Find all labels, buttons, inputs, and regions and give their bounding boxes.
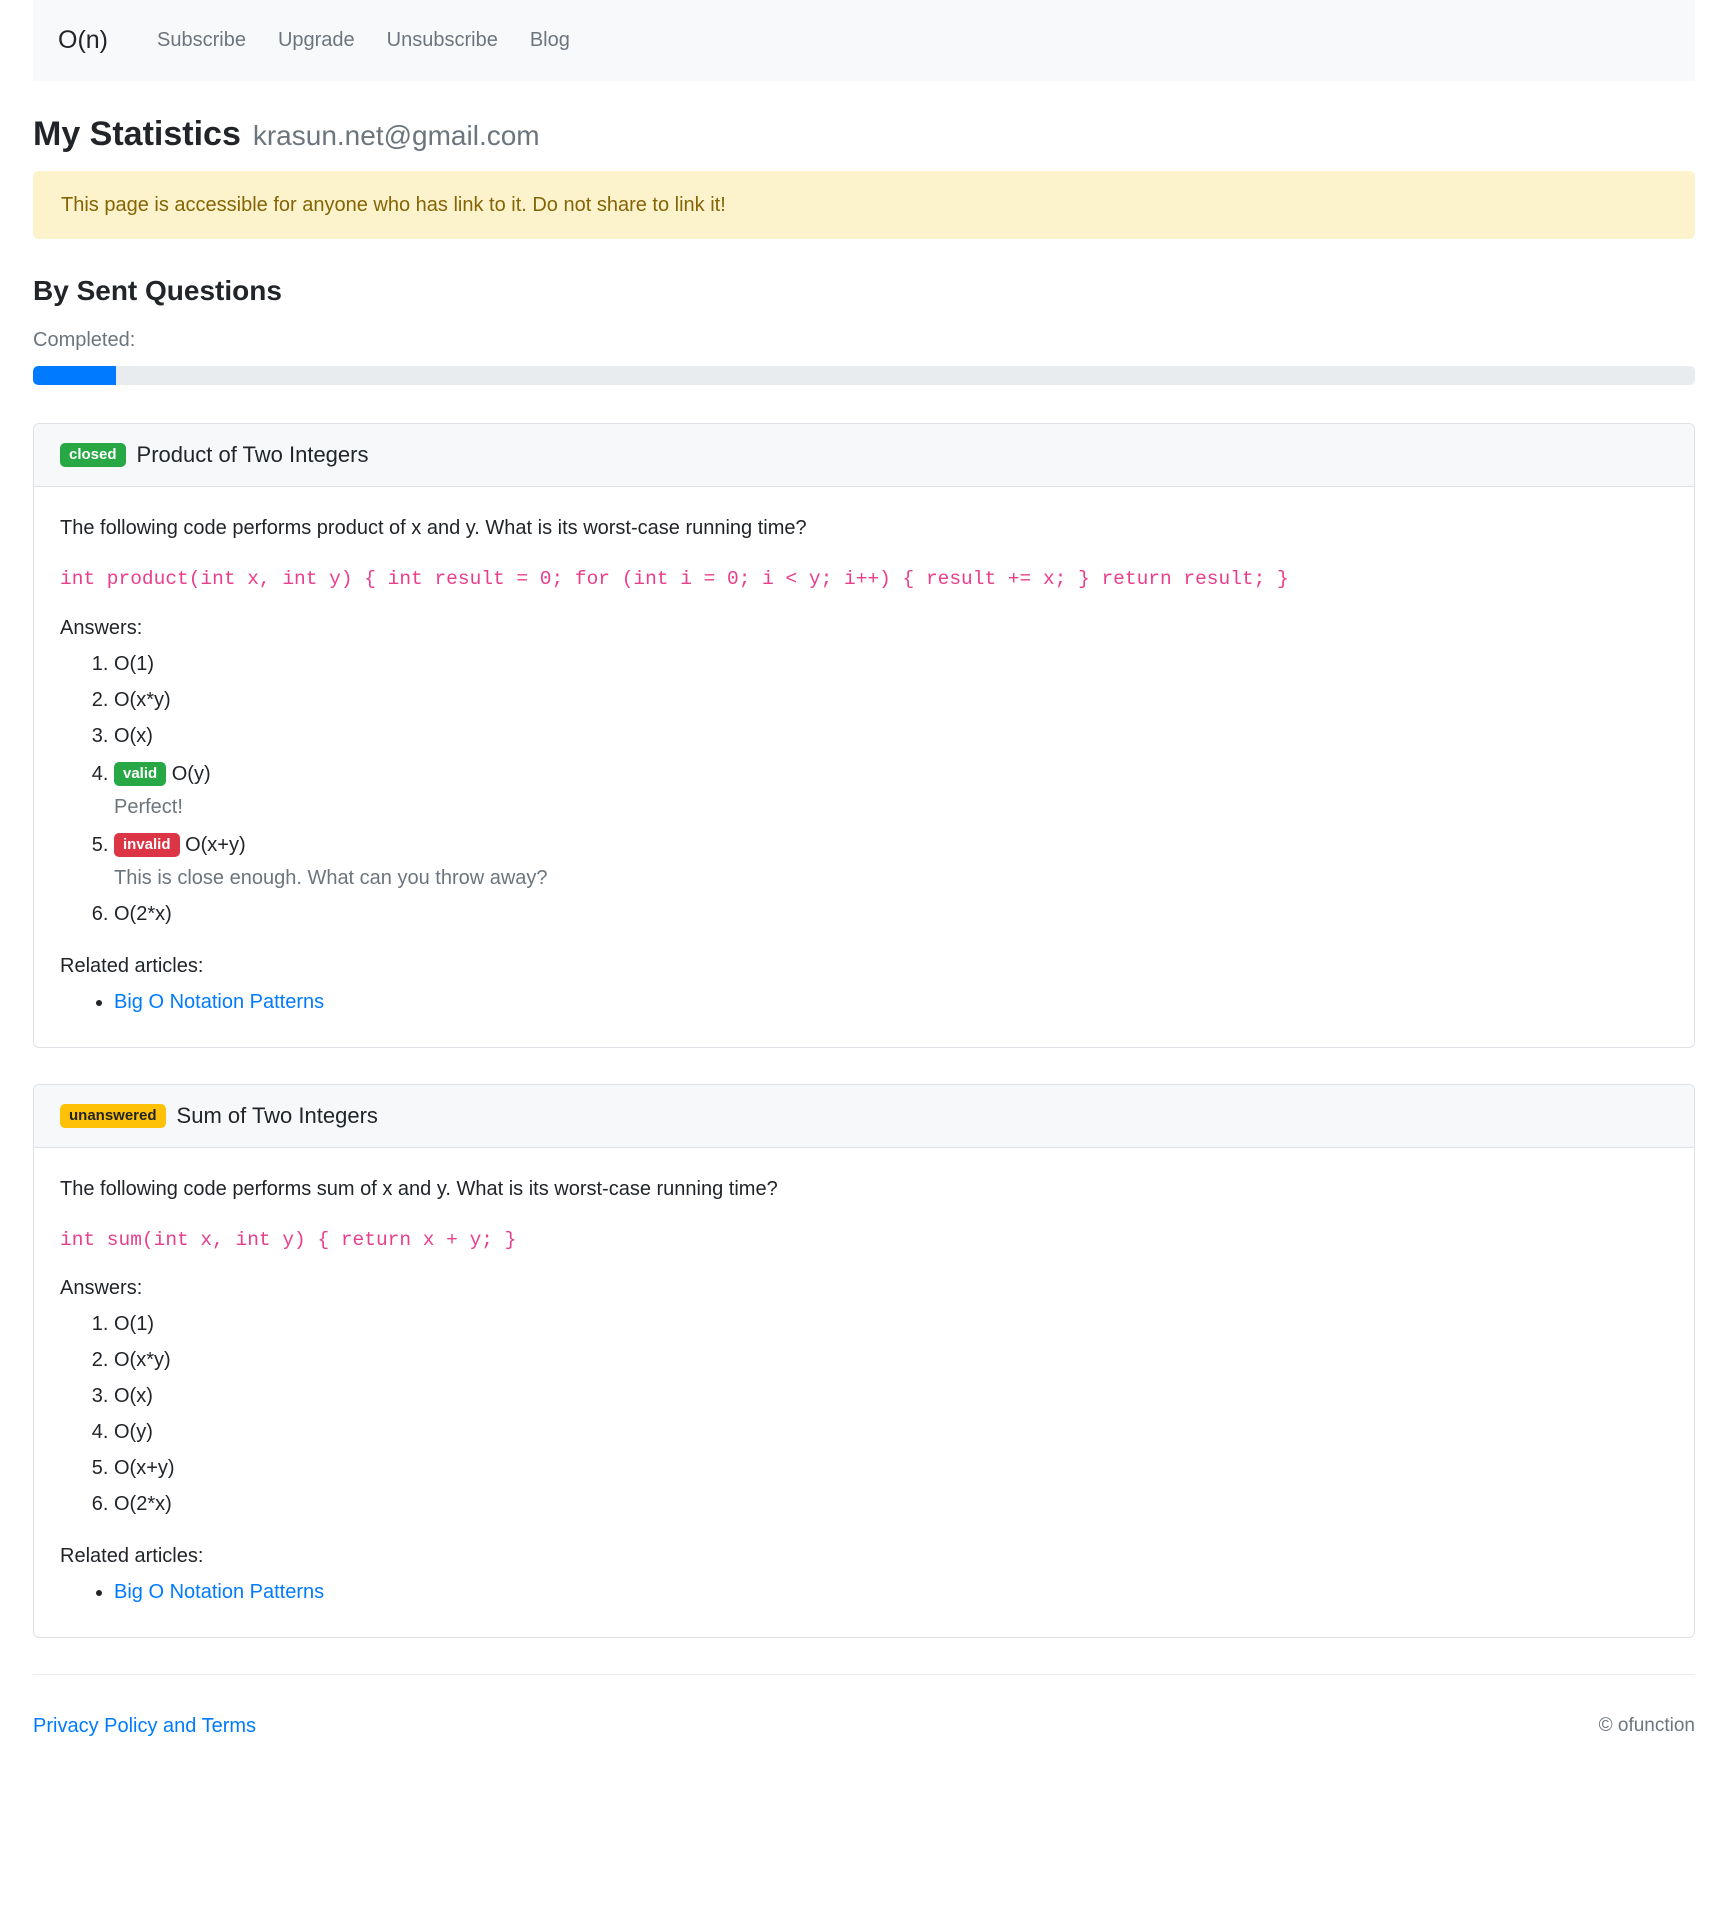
code-snippet: int product(int x, int y) { int result =… <box>60 565 1668 594</box>
status-badge: closed <box>60 443 126 467</box>
page-root: O(n) Subscribe Upgrade Unsubscribe Blog … <box>0 0 1728 1916</box>
answer-item[interactable]: O(x) <box>114 722 1668 751</box>
answers-list: O(1) O(x*y) O(x) valid O(y) Perfect! inv… <box>60 650 1668 929</box>
answer-text: O(x+y) <box>185 834 246 856</box>
answer-text: O(1) <box>114 653 154 675</box>
question-card-title: Sum of Two Integers <box>177 1103 378 1129</box>
related-articles-list: Big O Notation Patterns <box>60 988 1668 1017</box>
related-articles-list: Big O Notation Patterns <box>60 1578 1668 1607</box>
question-card-header: unanswered Sum of Two Integers <box>34 1085 1694 1148</box>
answer-item[interactable]: O(x) <box>114 1382 1668 1411</box>
question-card: closed Product of Two Integers The follo… <box>33 423 1695 1047</box>
answer-text: O(x+y) <box>114 1457 175 1479</box>
answer-text: O(x) <box>114 725 153 747</box>
answer-text: O(1) <box>114 1313 154 1335</box>
nav-link-unsubscribe[interactable]: Unsubscribe <box>371 29 514 52</box>
answer-text: O(x*y) <box>114 689 171 711</box>
question-card-header: closed Product of Two Integers <box>34 424 1694 487</box>
status-badge: unanswered <box>60 1104 166 1128</box>
answer-text: O(2*x) <box>114 903 172 925</box>
answer-text: O(x*y) <box>114 1349 171 1371</box>
question-text: The following code performs product of x… <box>60 513 1668 543</box>
account-email: krasun.net@gmail.com <box>253 121 540 152</box>
privacy-policy-link[interactable]: Privacy Policy and Terms <box>33 1715 256 1738</box>
answers-label: Answers: <box>60 1277 1668 1300</box>
completion-progress-track <box>33 366 1695 385</box>
answers-label: Answers: <box>60 617 1668 640</box>
list-item: Big O Notation Patterns <box>114 988 1668 1017</box>
section-title: By Sent Questions <box>33 275 1695 307</box>
list-item: Big O Notation Patterns <box>114 1578 1668 1607</box>
answer-item[interactable]: O(y) <box>114 1418 1668 1447</box>
nav-links: Subscribe Upgrade Unsubscribe Blog <box>141 29 586 52</box>
page-header: My Statistics krasun.net@gmail.com <box>33 81 1695 171</box>
answer-note: Perfect! <box>114 793 1668 822</box>
question-text: The following code performs sum of x and… <box>60 1174 1668 1204</box>
top-navbar: O(n) Subscribe Upgrade Unsubscribe Blog <box>33 0 1695 81</box>
answer-text: O(2*x) <box>114 1493 172 1515</box>
answer-item[interactable]: O(x*y) <box>114 686 1668 715</box>
nav-link-subscribe[interactable]: Subscribe <box>141 29 262 52</box>
answer-item[interactable]: O(x*y) <box>114 1346 1668 1375</box>
answers-list: O(1) O(x*y) O(x) O(y) O(x+y) O(2*x) <box>60 1310 1668 1519</box>
page-footer: Privacy Policy and Terms © ofunction <box>33 1674 1695 1768</box>
question-card-body: The following code performs sum of x and… <box>34 1148 1694 1637</box>
completion-progress-bar <box>33 366 116 385</box>
valid-badge: valid <box>114 762 166 786</box>
related-article-link[interactable]: Big O Notation Patterns <box>114 1581 324 1603</box>
answer-item[interactable]: O(1) <box>114 1310 1668 1339</box>
completed-label: Completed: <box>33 329 1695 352</box>
brand-logo[interactable]: O(n) <box>58 26 108 55</box>
answer-item[interactable]: valid O(y) Perfect! <box>114 758 1668 822</box>
related-article-link[interactable]: Big O Notation Patterns <box>114 991 324 1013</box>
question-card-body: The following code performs product of x… <box>34 487 1694 1046</box>
page-title: My Statistics <box>33 116 241 153</box>
answer-text: O(x) <box>114 1385 153 1407</box>
main-container: My Statistics krasun.net@gmail.com This … <box>33 81 1695 1638</box>
copyright-text: © ofunction <box>1599 1715 1695 1737</box>
answer-note: This is close enough. What can you throw… <box>114 864 1668 893</box>
question-card: unanswered Sum of Two Integers The follo… <box>33 1084 1695 1638</box>
code-snippet: int sum(int x, int y) { return x + y; } <box>60 1226 1668 1255</box>
answer-item[interactable]: O(x+y) <box>114 1454 1668 1483</box>
nav-link-blog[interactable]: Blog <box>514 29 586 52</box>
related-articles-label: Related articles: <box>60 955 1668 978</box>
answer-item[interactable]: O(1) <box>114 650 1668 679</box>
answer-text: O(y) <box>172 763 211 785</box>
invalid-badge: invalid <box>114 833 180 857</box>
related-articles-label: Related articles: <box>60 1545 1668 1568</box>
answer-item[interactable]: invalid O(x+y) This is close enough. Wha… <box>114 829 1668 893</box>
answer-item[interactable]: O(2*x) <box>114 1490 1668 1519</box>
nav-link-upgrade[interactable]: Upgrade <box>262 29 371 52</box>
answer-item[interactable]: O(2*x) <box>114 900 1668 929</box>
question-card-title: Product of Two Integers <box>137 442 369 468</box>
answer-text: O(y) <box>114 1421 153 1443</box>
share-warning-alert: This page is accessible for anyone who h… <box>33 171 1695 239</box>
